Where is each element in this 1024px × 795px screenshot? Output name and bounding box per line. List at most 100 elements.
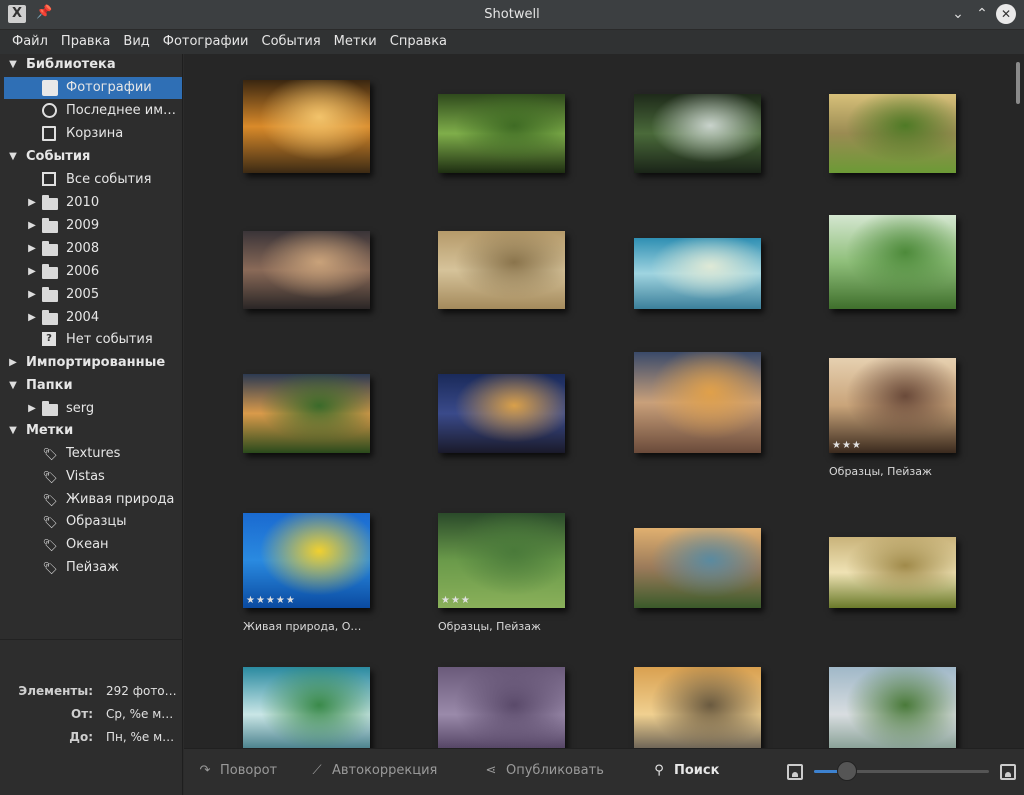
folder-icon bbox=[42, 287, 58, 302]
sidebar-header-imported[interactable]: ▶ Импортированные bbox=[0, 352, 183, 374]
sidebar-item-year-2005[interactable]: ▶ 2005 bbox=[0, 284, 183, 306]
photo-thumbnail[interactable] bbox=[829, 537, 956, 608]
sidebar-header-events[interactable]: ▼ События bbox=[0, 146, 183, 168]
sidebar-item-tag-wildlife[interactable]: 🏷 Живая природа bbox=[0, 489, 183, 511]
search-button[interactable]: ⚲ Поиск bbox=[650, 749, 719, 795]
no-event-icon: ? bbox=[42, 332, 56, 346]
tag-icon: 🏷 bbox=[42, 538, 58, 552]
photo-thumbnail[interactable] bbox=[634, 238, 761, 309]
menu-events[interactable]: События bbox=[256, 30, 328, 54]
folder-icon bbox=[42, 310, 58, 325]
rating-stars: ★★★★★ bbox=[246, 595, 296, 606]
menu-edit[interactable]: Правка bbox=[55, 30, 117, 54]
photo-thumbnail[interactable]: ★★★ bbox=[438, 513, 565, 608]
zoom-out-icon[interactable] bbox=[787, 764, 803, 780]
sidebar-item-year-2010[interactable]: ▶ 2010 bbox=[0, 192, 183, 214]
sidebar-item-year-2008[interactable]: ▶ 2008 bbox=[0, 238, 183, 260]
collapse-arrow-icon[interactable]: ▼ bbox=[7, 420, 19, 442]
photo-thumbnail[interactable] bbox=[829, 94, 956, 173]
sidebar-header-folders[interactable]: ▼ Папки bbox=[0, 375, 183, 397]
photo-thumbnail[interactable] bbox=[243, 667, 370, 748]
sidebar-item-year-2009[interactable]: ▶ 2009 bbox=[0, 215, 183, 237]
info-panel: Элементы: 292 фото… От: Ср, %e м… До: Пн… bbox=[0, 639, 183, 795]
photo-thumbnail[interactable] bbox=[438, 231, 565, 309]
title-bar: X 📌 Shotwell ⌄ ⌃ ✕ bbox=[0, 0, 1024, 30]
sidebar-item-photos[interactable]: Фотографии bbox=[4, 77, 182, 99]
sidebar-item-tag-samples[interactable]: 🏷 Образцы bbox=[0, 511, 183, 533]
sidebar-item-tag-ocean[interactable]: 🏷 Океан bbox=[0, 534, 183, 556]
tag-icon: 🏷 bbox=[42, 447, 58, 461]
photo-caption: Образцы, Пейзаж bbox=[829, 465, 932, 478]
photo-grid[interactable]: ★★★ Образцы, Пейзаж ★★★★★ Живая природа,… bbox=[184, 54, 1024, 748]
menu-view[interactable]: Вид bbox=[117, 30, 156, 54]
photo-thumbnail[interactable] bbox=[243, 231, 370, 309]
sidebar-header-library[interactable]: ▼ Библиотека bbox=[0, 54, 183, 76]
enhance-button[interactable]: ⟋ Автокоррекция bbox=[308, 749, 437, 795]
photo-thumbnail[interactable] bbox=[243, 80, 370, 173]
zoom-in-icon[interactable] bbox=[1000, 764, 1016, 780]
expand-arrow-icon[interactable]: ▶ bbox=[7, 352, 19, 374]
expand-arrow-icon[interactable]: ▶ bbox=[26, 261, 38, 283]
scrollbar[interactable] bbox=[1016, 62, 1020, 104]
sidebar-item-no-event[interactable]: ? Нет события bbox=[0, 329, 183, 351]
sidebar-header-tags[interactable]: ▼ Метки bbox=[0, 420, 183, 442]
menu-photos[interactable]: Фотографии bbox=[157, 30, 256, 54]
photo-thumbnail[interactable] bbox=[829, 667, 956, 748]
photo-thumbnail[interactable] bbox=[438, 94, 565, 173]
expand-arrow-icon[interactable]: ▶ bbox=[26, 398, 38, 420]
photo-thumbnail[interactable] bbox=[829, 215, 956, 309]
maximize-button[interactable]: ⌃ bbox=[972, 4, 992, 24]
expand-arrow-icon[interactable]: ▶ bbox=[26, 284, 38, 306]
photo-thumbnail[interactable] bbox=[438, 667, 565, 748]
minimize-button[interactable]: ⌄ bbox=[948, 4, 968, 24]
rating-stars: ★★★ bbox=[441, 595, 471, 606]
sidebar-item-trash[interactable]: Корзина bbox=[0, 123, 183, 145]
folder-icon bbox=[42, 264, 58, 279]
menu-file[interactable]: Файл bbox=[0, 30, 55, 54]
menu-tags[interactable]: Метки bbox=[328, 30, 384, 54]
photo-thumbnail[interactable] bbox=[634, 528, 761, 608]
photo-thumbnail[interactable]: ★★★ bbox=[829, 358, 956, 453]
menu-help[interactable]: Справка bbox=[384, 30, 454, 54]
photo-thumbnail[interactable] bbox=[634, 352, 761, 453]
sidebar-item-year-2006[interactable]: ▶ 2006 bbox=[0, 261, 183, 283]
tag-icon: 🏷 bbox=[42, 493, 58, 507]
photo-thumbnail[interactable] bbox=[243, 374, 370, 453]
folder-icon bbox=[42, 218, 58, 233]
window-title: Shotwell bbox=[484, 7, 540, 22]
sidebar-item-year-2004[interactable]: ▶ 2004 bbox=[0, 307, 183, 329]
events-icon bbox=[42, 172, 56, 186]
collapse-arrow-icon[interactable]: ▼ bbox=[7, 146, 19, 168]
publish-button[interactable]: ⋖ Опубликовать bbox=[482, 749, 604, 795]
sidebar-item-tag-landscape[interactable]: 🏷 Пейзаж bbox=[0, 557, 183, 579]
folder-icon bbox=[42, 241, 58, 256]
photo-thumbnail[interactable] bbox=[438, 374, 565, 453]
rotate-button[interactable]: ↷ Поворот bbox=[196, 749, 278, 795]
sidebar-item-tag-textures[interactable]: 🏷 Textures bbox=[0, 443, 183, 465]
expand-arrow-icon[interactable]: ▶ bbox=[26, 238, 38, 260]
sidebar-item-tag-vistas[interactable]: 🏷 Vistas bbox=[0, 466, 183, 488]
tag-icon: 🏷 bbox=[42, 515, 58, 529]
folder-icon bbox=[42, 401, 58, 416]
photo-thumbnail[interactable] bbox=[634, 94, 761, 173]
photo-thumbnail[interactable]: ★★★★★ bbox=[243, 513, 370, 608]
sidebar-item-all-events[interactable]: Все события bbox=[0, 169, 183, 191]
collapse-arrow-icon[interactable]: ▼ bbox=[7, 375, 19, 397]
collapse-arrow-icon[interactable]: ▼ bbox=[7, 54, 19, 76]
info-from: От: Ср, %e м… bbox=[71, 707, 174, 721]
sidebar-item-recent[interactable]: Последнее им… bbox=[0, 100, 183, 122]
photo-thumbnail[interactable] bbox=[634, 667, 761, 748]
expand-arrow-icon[interactable]: ▶ bbox=[26, 192, 38, 214]
expand-arrow-icon[interactable]: ▶ bbox=[26, 215, 38, 237]
close-button[interactable]: ✕ bbox=[996, 4, 1016, 24]
tag-icon: 🏷 bbox=[42, 561, 58, 575]
share-icon: ⋖ bbox=[485, 763, 497, 778]
zoom-slider-handle[interactable] bbox=[837, 761, 858, 781]
expand-arrow-icon[interactable]: ▶ bbox=[26, 307, 38, 329]
sidebar-item-folder-serg[interactable]: ▶ serg bbox=[0, 398, 183, 420]
magic-wand-icon: ⟋ bbox=[312, 763, 322, 778]
photo-caption: Живая природа, О… bbox=[243, 620, 362, 633]
photo-icon bbox=[42, 80, 58, 96]
rating-stars: ★★★ bbox=[832, 440, 862, 451]
sidebar: ▼ Библиотека Фотографии Последнее им… Ко… bbox=[0, 54, 183, 639]
